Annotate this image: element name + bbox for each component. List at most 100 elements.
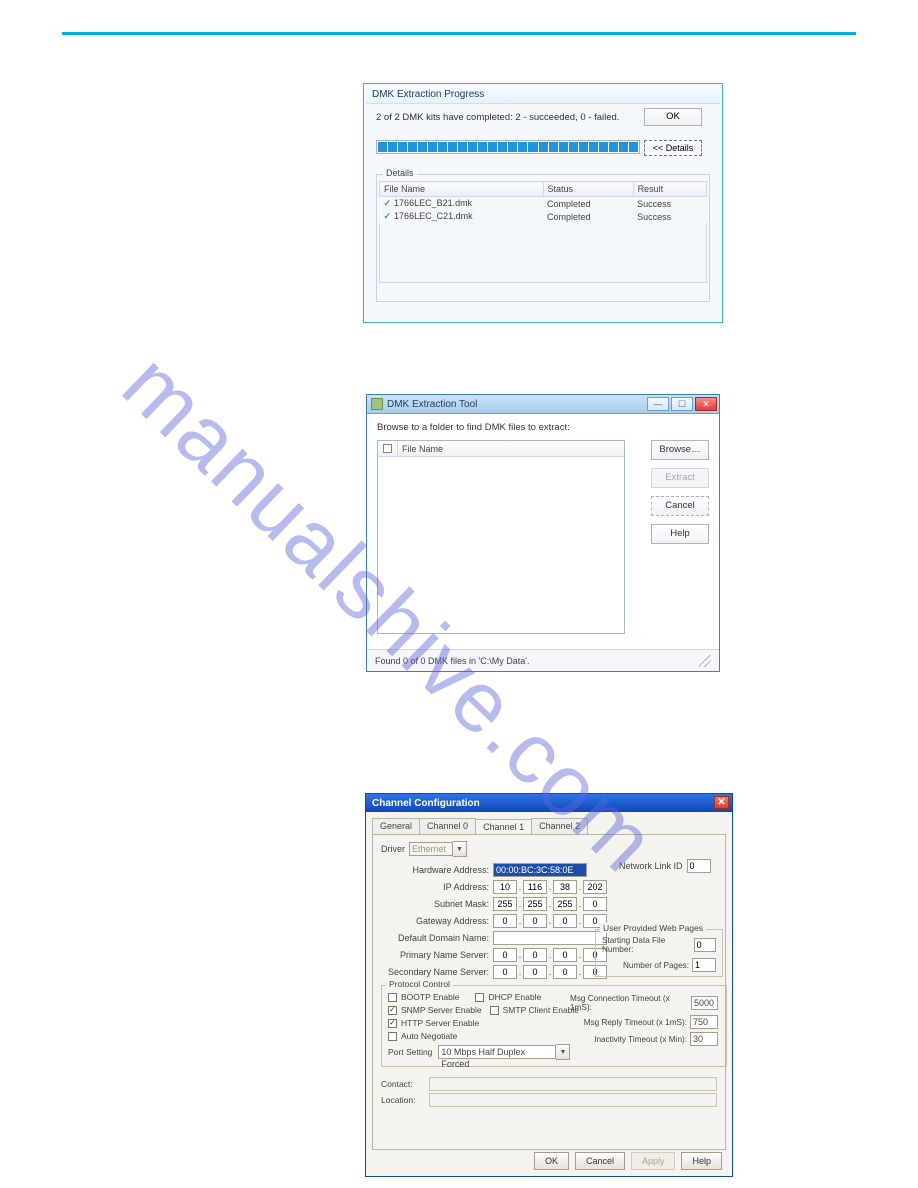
port-setting-combo[interactable]: 10 Mbps Half Duplex Forced ▼ [438, 1044, 570, 1060]
ip-octet[interactable]: 255 [523, 897, 547, 911]
chevron-down-icon[interactable]: ▼ [556, 1044, 570, 1060]
ip-octet[interactable]: 0 [493, 948, 517, 962]
ok-button[interactable]: OK [534, 1152, 569, 1170]
ip-octet[interactable]: 116 [523, 880, 547, 894]
dmk-tool-titlebar: DMK Extraction Tool — ☐ ✕ [367, 395, 719, 414]
resize-grip-icon[interactable] [699, 655, 711, 667]
close-button[interactable]: ✕ [695, 397, 717, 411]
pdns-label: Primary Name Server: [381, 950, 489, 960]
bootp-checkbox[interactable] [388, 993, 397, 1002]
cancel-button[interactable]: Cancel [575, 1152, 625, 1170]
col-filename: File Name [398, 444, 624, 454]
msgreply-field[interactable]: 750 [690, 1015, 718, 1029]
tab-general[interactable]: General [372, 818, 420, 834]
domain-field[interactable] [493, 931, 607, 945]
dmk-progress-dialog: DMK Extraction Progress 2 of 2 DMK kits … [363, 83, 723, 323]
inact-field[interactable]: 30 [690, 1032, 718, 1046]
chevron-down-icon[interactable]: ▼ [453, 841, 467, 857]
cell-status: Completed [543, 197, 633, 211]
dmk-progress-message: 2 of 2 DMK kits have completed: 2 - succ… [376, 112, 619, 123]
help-button[interactable]: Help [651, 524, 709, 544]
dmk-progress-title: DMK Extraction Progress [372, 89, 484, 100]
msgconn-field[interactable]: 5000 [691, 996, 718, 1010]
cell-result: Success [633, 197, 706, 211]
tab-channel-0[interactable]: Channel 0 [419, 818, 476, 834]
http-server-checkbox[interactable] [388, 1019, 397, 1028]
ip-octet[interactable]: 0 [523, 965, 547, 979]
numpages-field[interactable]: 1 [692, 958, 716, 972]
startfile-field[interactable]: 0 [694, 938, 716, 952]
cancel-button[interactable]: Cancel [651, 496, 709, 516]
ok-button[interactable]: OK [644, 108, 702, 126]
status-bar: Found 0 of 0 DMK files in 'C:\My Data'. [367, 649, 719, 671]
select-all-checkbox[interactable] [378, 441, 398, 456]
check-icon: ✓ [384, 198, 392, 208]
port-setting-value: 10 Mbps Half Duplex Forced [438, 1045, 556, 1059]
smtp-client-label: SMTP Client Enable [503, 1005, 579, 1015]
driver-combo[interactable]: Ethernet ▼ [409, 841, 467, 857]
ip-address-label: IP Address: [381, 882, 489, 892]
auto-negotiate-checkbox[interactable] [388, 1032, 397, 1041]
col-filename: File Name [380, 182, 544, 197]
snmp-server-label: SNMP Server Enable [401, 1005, 482, 1015]
contact-field[interactable] [429, 1077, 717, 1091]
ip-octet[interactable]: 0 [583, 897, 607, 911]
netlink-label: Network Link ID [619, 861, 683, 871]
subnet-field[interactable]: 255. 255. 255. 0 [493, 897, 607, 911]
channel-config-titlebar: Channel Configuration ✕ [366, 794, 732, 812]
cell-filename: 1766LEC_B21.dmk [394, 198, 472, 208]
ip-octet[interactable]: 0 [553, 965, 577, 979]
file-list[interactable]: File Name [377, 440, 625, 634]
details-legend: Details [383, 168, 417, 178]
minimize-button[interactable]: — [647, 397, 669, 411]
ip-address-field[interactable]: 10. 116. 38. 202 [493, 880, 607, 894]
dhcp-checkbox[interactable] [475, 993, 484, 1002]
ip-octet[interactable]: 202 [583, 880, 607, 894]
browse-button[interactable]: Browse… [651, 440, 709, 460]
dhcp-label: DHCP Enable [488, 992, 541, 1002]
maximize-button[interactable]: ☐ [671, 397, 693, 411]
gateway-field[interactable]: 0. 0. 0. 0 [493, 914, 607, 928]
pdns-field[interactable]: 0. 0. 0. 0 [493, 948, 607, 962]
ip-octet[interactable]: 255 [553, 897, 577, 911]
ip-octet[interactable]: 0 [523, 948, 547, 962]
channel-1-tabpage: Driver Ethernet ▼ Hardware Address: 00:0… [372, 834, 726, 1150]
apply-button[interactable]: Apply [631, 1152, 676, 1170]
dmk-tool-title: DMK Extraction Tool [387, 399, 477, 410]
ip-octet[interactable]: 0 [493, 914, 517, 928]
col-result: Result [633, 182, 706, 197]
ip-octet[interactable]: 10 [493, 880, 517, 894]
progress-bar [376, 140, 640, 154]
close-button[interactable]: ✕ [714, 796, 729, 809]
browse-prompt: Browse to a folder to find DMK files to … [377, 422, 709, 433]
hw-address-field[interactable]: 00:00:BC:3C:58:0E [493, 863, 587, 877]
ip-octet[interactable]: 0 [493, 965, 517, 979]
location-field[interactable] [429, 1093, 717, 1107]
proto-legend: Protocol Control [386, 979, 453, 989]
inact-label: Inactivity Timeout (x Min): [594, 1035, 687, 1044]
check-icon: ✓ [384, 211, 392, 221]
ip-octet[interactable]: 38 [553, 880, 577, 894]
netlink-field[interactable]: 0 [687, 859, 711, 873]
tab-channel-1[interactable]: Channel 1 [475, 819, 532, 835]
subnet-label: Subnet Mask: [381, 899, 489, 909]
smtp-client-checkbox[interactable] [490, 1006, 499, 1015]
driver-label: Driver [381, 844, 405, 854]
table-row: ✓1766LEC_B21.dmk Completed Success [380, 197, 707, 211]
ip-octet[interactable]: 0 [553, 948, 577, 962]
driver-value: Ethernet [409, 842, 453, 856]
help-button[interactable]: Help [681, 1152, 722, 1170]
snmp-server-checkbox[interactable] [388, 1006, 397, 1015]
tab-channel-2[interactable]: Channel 2 [531, 818, 588, 834]
msgreply-label: Msg Reply Timeout (x 1mS): [584, 1018, 687, 1027]
extract-button[interactable]: Extract [651, 468, 709, 488]
ip-octet[interactable]: 0 [553, 914, 577, 928]
details-toggle-button[interactable]: << Details [644, 140, 702, 156]
dmk-extraction-tool-dialog: DMK Extraction Tool — ☐ ✕ Browse to a fo… [366, 394, 720, 672]
table-row: ✓1766LEC_C21.dmk Completed Success [380, 210, 707, 223]
ip-octet[interactable]: 0 [523, 914, 547, 928]
sdns-field[interactable]: 0. 0. 0. 0 [493, 965, 607, 979]
sdns-label: Secondary Name Server: [381, 967, 489, 977]
ip-octet[interactable]: 255 [493, 897, 517, 911]
user-pages-legend: User Provided Web Pages [600, 923, 706, 933]
